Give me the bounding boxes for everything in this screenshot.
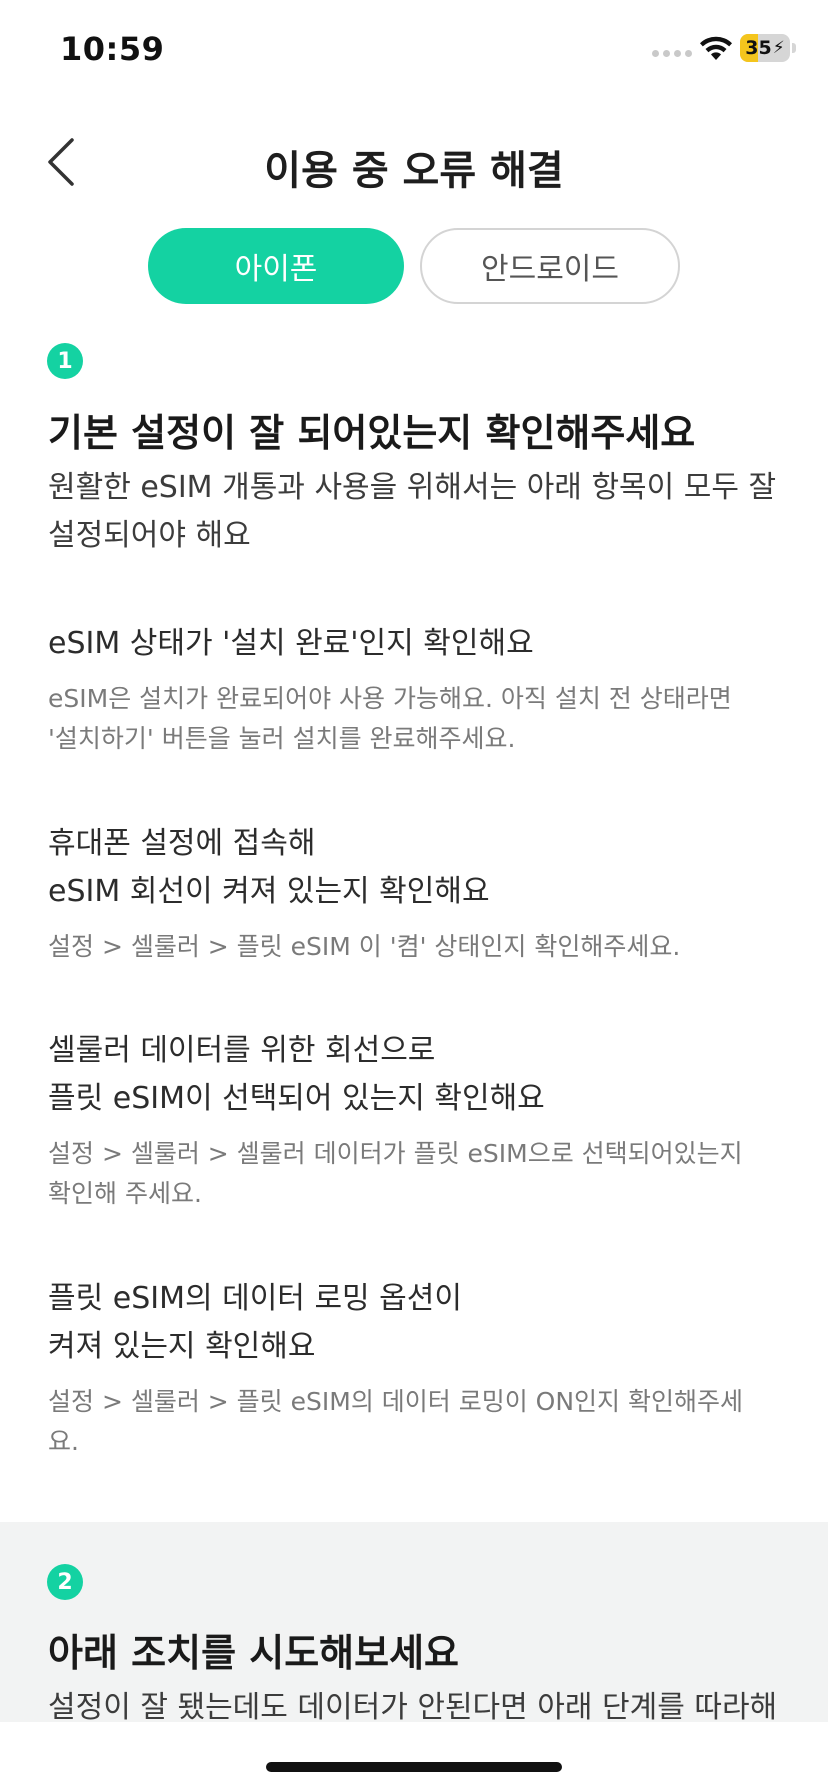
check-item-description-line: 확인해 주세요. bbox=[48, 1179, 202, 1208]
tab-iphone[interactable]: 아이폰 bbox=[148, 228, 404, 304]
screen: 10:59 35 ⚡ 이용 중 오류 해결 아이폰 안드로이드 1 기본 설정이 … bbox=[0, 0, 828, 1792]
home-indicator[interactable] bbox=[266, 1762, 562, 1772]
step2-title: 아래 조치를 시도해보세요 bbox=[48, 1631, 460, 1675]
check-item-title: eSIM 상태가 '설치 완료'인지 확인해요 bbox=[48, 620, 780, 668]
check-item-title-line: 플릿 eSIM의 데이터 로밍 옵션이 bbox=[48, 1281, 462, 1316]
bottom-safe-area bbox=[0, 1722, 828, 1792]
step1-description: 원활한 eSIM 개통과 사용을 위해서는 아래 항목이 모두 잘 설정되어야 … bbox=[48, 464, 780, 560]
check-item-description: 설정 > 셀룰러 > 셀룰러 데이터가 플릿 eSIM으로 선택되어있는지 확인… bbox=[48, 1134, 778, 1214]
check-item-description-line: 설정 > 셀룰러 > 셀룰러 데이터가 플릿 eSIM으로 선택되어있는지 bbox=[48, 1139, 743, 1168]
signal-dots-icon bbox=[652, 50, 692, 57]
check-item-description-line: 요. bbox=[48, 1427, 79, 1456]
check-item-description-line: 설정 > 셀룰러 > 플릿 eSIM 이 '켬' 상태인지 확인해주세요. bbox=[48, 932, 681, 961]
step1-description-line: 설정되어야 해요 bbox=[48, 518, 251, 553]
page-title: 이용 중 오류 해결 bbox=[264, 148, 564, 194]
check-item-title-line: 켜져 있는지 확인해요 bbox=[48, 1329, 316, 1364]
check-item-title-line: 휴대폰 설정에 접속해 bbox=[48, 826, 316, 861]
step1-title: 기본 설정이 잘 되어있는지 확인해주세요 bbox=[48, 411, 696, 455]
step-number-badge: 1 bbox=[47, 343, 83, 379]
step-number-badge: 2 bbox=[47, 1564, 83, 1600]
check-item-title: 셀룰러 데이터를 위한 회선으로 플릿 eSIM이 선택되어 있는지 확인해요 bbox=[48, 1027, 780, 1123]
status-bar: 10:59 35 ⚡ bbox=[0, 0, 828, 100]
battery-icon: 35 ⚡ bbox=[740, 34, 790, 62]
check-item-description-line: '설치하기' 버튼을 눌러 설치를 완료해주세요. bbox=[48, 724, 516, 753]
check-item-title: 휴대폰 설정에 접속해 eSIM 회선이 켜져 있는지 확인해요 bbox=[48, 820, 780, 916]
check-item-title-line: 플릿 eSIM이 선택되어 있는지 확인해요 bbox=[48, 1081, 545, 1116]
check-item-title-line: eSIM 상태가 '설치 완료'인지 확인해요 bbox=[48, 626, 534, 661]
battery-level: 35 ⚡ bbox=[745, 37, 785, 59]
check-item-title-line: eSIM 회선이 켜져 있는지 확인해요 bbox=[48, 874, 490, 909]
check-item-description-line: eSIM은 설치가 완료되어야 사용 가능해요. 아직 설치 전 상태라면 bbox=[48, 684, 732, 713]
wifi-icon bbox=[700, 36, 732, 60]
check-item-description: 설정 > 셀룰러 > 플릿 eSIM의 데이터 로밍이 ON인지 확인해주세 요… bbox=[48, 1382, 778, 1462]
check-item-description: 설정 > 셀룰러 > 플릿 eSIM 이 '켬' 상태인지 확인해주세요. bbox=[48, 927, 778, 967]
step1-description-line: 원활한 eSIM 개통과 사용을 위해서는 아래 항목이 모두 잘 bbox=[48, 470, 777, 505]
check-item-title: 플릿 eSIM의 데이터 로밍 옵션이 켜져 있는지 확인해요 bbox=[48, 1275, 780, 1371]
battery-cap bbox=[792, 43, 796, 53]
check-item-description: eSIM은 설치가 완료되어야 사용 가능해요. 아직 설치 전 상태라면 '설… bbox=[48, 679, 778, 759]
tab-android[interactable]: 안드로이드 bbox=[420, 228, 680, 304]
status-time: 10:59 bbox=[60, 30, 165, 68]
check-item-title-line: 셀룰러 데이터를 위한 회선으로 bbox=[48, 1033, 436, 1068]
check-item-description-line: 설정 > 셀룰러 > 플릿 eSIM의 데이터 로밍이 ON인지 확인해주세 bbox=[48, 1387, 743, 1416]
